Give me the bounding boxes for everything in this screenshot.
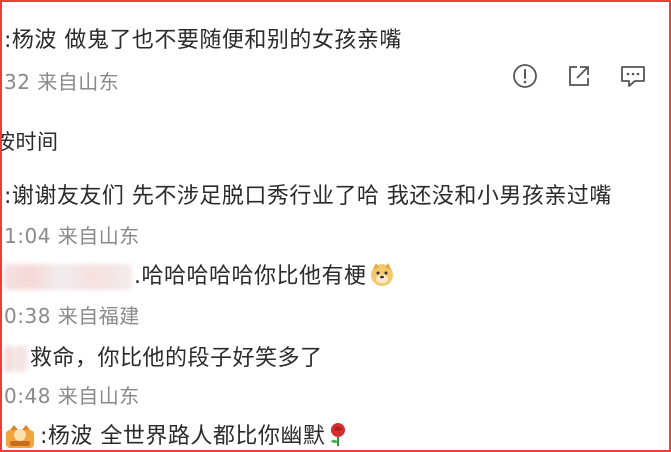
comment-meta: 32 来自山东 xyxy=(4,66,119,95)
doge-emoji-icon xyxy=(369,261,395,293)
sort-by-time-label[interactable]: 按时间 xyxy=(2,130,59,154)
comment-text: :杨波 做鬼了也不要随便和别的女孩亲嘴 xyxy=(4,22,402,54)
comment-4-text: 救命，你比他的段子好笑多了 xyxy=(30,346,323,371)
blurred-username xyxy=(4,264,132,290)
comment-meta: 1:04 来自山东 xyxy=(4,220,140,249)
avatar-badge-icon xyxy=(4,424,36,450)
rose-emoji-icon xyxy=(327,421,349,450)
comment-4-meta: 0:48 来自山东 xyxy=(4,384,140,408)
comment-2-meta: 1:04 来自山东 xyxy=(4,224,140,248)
share-icon[interactable] xyxy=(565,62,593,90)
comment-5-text: :杨波 全世界路人都比你幽默 xyxy=(40,424,326,449)
comment-1-meta: 32 来自山东 xyxy=(4,70,120,94)
comment-text: :杨波 全世界路人都比你幽默 xyxy=(4,418,349,450)
comment-1-text: :杨波 做鬼了也不要随便和别的女孩亲嘴 xyxy=(4,28,402,53)
comment-3-text: .哈哈哈哈哈你比他有梗 xyxy=(134,264,367,289)
comment-text: .哈哈哈哈哈你比他有梗 xyxy=(4,258,395,293)
comment-meta: 0:48 来自山东 xyxy=(4,380,140,409)
comment-meta: 0:38 来自福建 xyxy=(4,300,140,329)
sort-header[interactable]: 按时间 xyxy=(2,126,59,156)
comment-text: 救命，你比他的段子好笑多了 xyxy=(4,340,323,372)
comment-2-text: :谢谢友友们 先不涉足脱口秀行业了哈 我还没和小男孩亲过嘴 xyxy=(4,184,612,209)
comment-3-meta: 0:38 来自福建 xyxy=(4,304,140,328)
report-icon[interactable] xyxy=(511,62,539,90)
comment-actions xyxy=(511,62,647,90)
comment-icon[interactable] xyxy=(619,62,647,90)
blurred-username xyxy=(4,346,28,372)
comment-panel: :杨波 做鬼了也不要随便和别的女孩亲嘴 32 来自山东 按时间:谢谢友友们 先… xyxy=(0,0,671,452)
comment-text: :谢谢友友们 先不涉足脱口秀行业了哈 我还没和小男孩亲过嘴 xyxy=(4,178,612,210)
